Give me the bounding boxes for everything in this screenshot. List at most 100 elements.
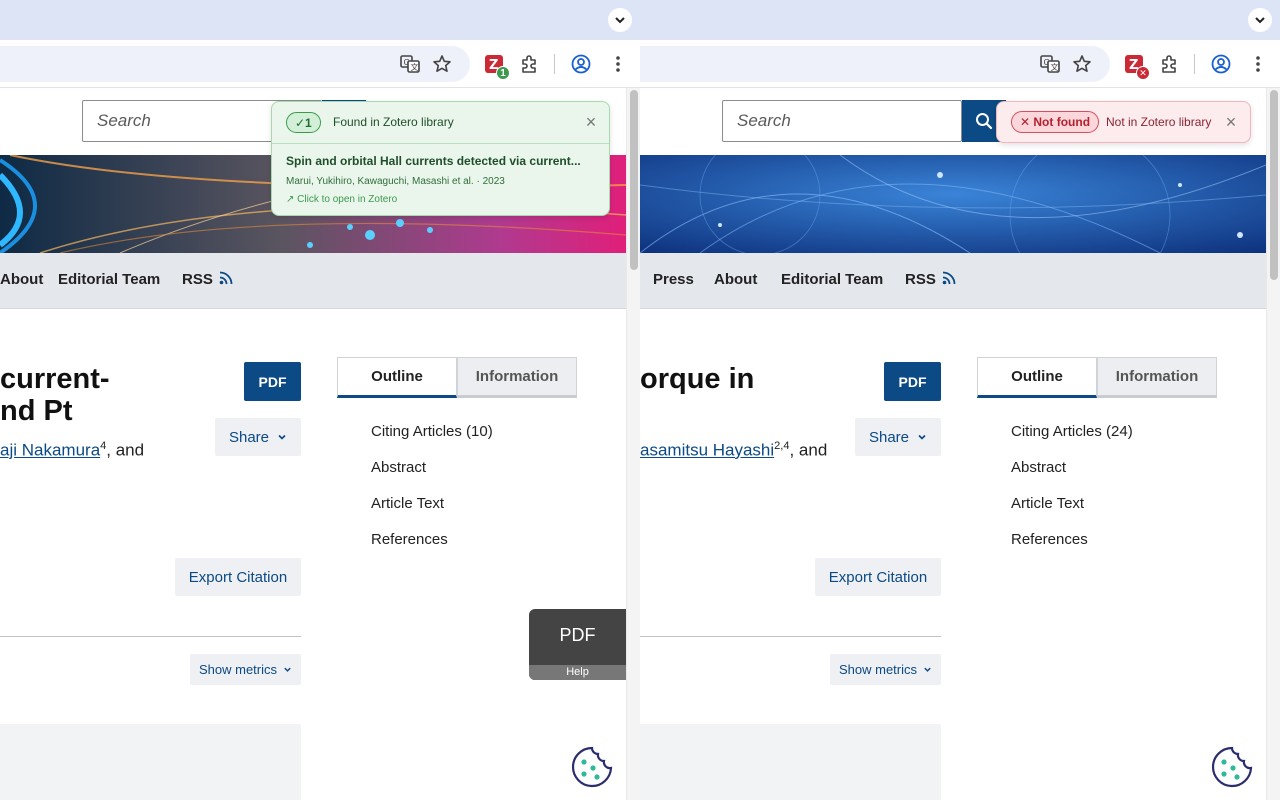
show-metrics-button[interactable]: Show metrics: [190, 654, 301, 685]
journal-navbar: About Editorial Team RSS: [0, 253, 626, 309]
browser-toolbar: G文 Z 1: [0, 40, 640, 88]
nav-press[interactable]: Press: [653, 271, 694, 288]
nav-rss[interactable]: RSS: [905, 271, 956, 288]
author-link[interactable]: aji Nakamura: [0, 441, 100, 460]
toolbar-separator: [554, 54, 555, 74]
tab-search-chevron-icon[interactable]: [608, 8, 632, 32]
show-metrics-label: Show metrics: [838, 662, 918, 677]
found-count-pill: ✓1: [286, 112, 321, 133]
search-placeholder: Search: [97, 111, 151, 130]
export-citation-button[interactable]: Export Citation: [175, 558, 301, 596]
outline-citing-articles[interactable]: Citing Articles (24): [1011, 423, 1133, 440]
nav-rss[interactable]: RSS: [182, 271, 233, 288]
pdf-help-label: PDF: [559, 625, 596, 645]
nav-editorial-team[interactable]: Editorial Team: [781, 271, 883, 288]
outline-references[interactable]: References: [1011, 531, 1088, 548]
extensions-puzzle-icon[interactable]: [1157, 52, 1181, 76]
profile-avatar-icon[interactable]: [569, 52, 593, 76]
content-placeholder-box: [0, 724, 301, 800]
nav-rss-label: RSS: [182, 271, 213, 288]
journal-navbar: Press About Editorial Team RSS: [640, 253, 1266, 309]
svg-text:文: 文: [411, 62, 419, 72]
pdf-help-widget[interactable]: PDF Help: [529, 609, 626, 680]
profile-avatar-icon[interactable]: [1209, 52, 1233, 76]
article-title-line-1: orque in: [640, 363, 755, 395]
outline-abstract[interactable]: Abstract: [371, 459, 426, 476]
nav-rss-label: RSS: [905, 271, 936, 288]
page-content: Search: [640, 88, 1266, 800]
found-status-text: Found in Zotero library: [333, 115, 454, 129]
share-button[interactable]: Share: [855, 418, 941, 456]
tab-outline[interactable]: Outline: [337, 357, 457, 398]
chevron-down-icon: [918, 434, 926, 440]
zotero-extension-icon[interactable]: Z ✕: [1122, 52, 1150, 80]
author-list: asamitsu Hayashi2,4, and: [640, 440, 827, 461]
bookmark-star-icon[interactable]: [430, 52, 454, 76]
tab-information[interactable]: Information: [457, 357, 577, 398]
pdf-help-sublabel: Help: [529, 665, 626, 680]
chevron-down-icon: [284, 667, 291, 672]
search-icon: [976, 113, 993, 130]
tab-strip: [640, 0, 1280, 40]
outline-abstract[interactable]: Abstract: [1011, 459, 1066, 476]
rss-icon: [219, 271, 233, 285]
nav-editorial-team[interactable]: Editorial Team: [58, 271, 160, 288]
chevron-down-icon: [924, 667, 931, 672]
not-found-pill: ✕ Not found: [1011, 111, 1100, 133]
author-suffix: , and: [106, 440, 145, 460]
translate-icon[interactable]: G文: [398, 52, 422, 76]
tab-information[interactable]: Information: [1097, 357, 1217, 398]
translate-icon[interactable]: G文: [1038, 52, 1062, 76]
scrollbar-thumb[interactable]: [630, 90, 638, 270]
show-metrics-button[interactable]: Show metrics: [830, 654, 941, 685]
article-title-line-1: current-: [0, 363, 110, 395]
extensions-puzzle-icon[interactable]: [517, 52, 541, 76]
author-list: aji Nakamura4, and: [0, 440, 144, 461]
scrollbar-thumb[interactable]: [1270, 90, 1278, 280]
found-item-title[interactable]: Spin and orbital Hall currents detected …: [286, 154, 581, 168]
article-title-line-2: nd Pt: [0, 395, 73, 427]
outline-article-text[interactable]: Article Text: [1011, 495, 1084, 512]
zotero-notfound-badge-icon: ✕: [1136, 66, 1150, 80]
page-scrollbar[interactable]: [1266, 88, 1280, 800]
cookie-settings-icon[interactable]: [571, 746, 613, 788]
outline-citing-articles[interactable]: Citing Articles (10): [371, 423, 493, 440]
share-button[interactable]: Share: [215, 418, 301, 456]
content-placeholder-box: [640, 724, 941, 800]
tab-search-chevron-icon[interactable]: [1248, 8, 1272, 32]
rss-icon: [942, 271, 956, 285]
browser-menu-kebab-icon[interactable]: [606, 52, 630, 76]
zotero-extension-icon[interactable]: Z 1: [482, 52, 510, 80]
search-placeholder: Search: [737, 111, 791, 130]
open-in-zotero-link[interactable]: ↗ Click to open in Zotero: [286, 194, 397, 205]
svg-text:文: 文: [1051, 62, 1059, 72]
pdf-button[interactable]: PDF: [244, 362, 301, 401]
nav-about[interactable]: About: [714, 271, 757, 288]
author-suffix: , and: [789, 440, 828, 460]
section-divider: [0, 636, 301, 637]
page-scrollbar[interactable]: [626, 88, 640, 800]
share-label: Share: [228, 428, 270, 446]
outline-article-text[interactable]: Article Text: [371, 495, 444, 512]
export-citation-button[interactable]: Export Citation: [815, 558, 941, 596]
show-metrics-label: Show metrics: [198, 662, 278, 677]
author-affiliation: 2,4: [774, 440, 790, 452]
cookie-settings-icon[interactable]: [1211, 746, 1253, 788]
nav-about[interactable]: About: [0, 271, 43, 288]
tab-strip: [0, 0, 640, 40]
browser-toolbar: G文 Z ✕: [640, 40, 1280, 88]
pdf-button[interactable]: PDF: [884, 362, 941, 401]
close-icon[interactable]: ×: [583, 113, 599, 131]
tab-outline[interactable]: Outline: [977, 357, 1097, 398]
author-link[interactable]: asamitsu Hayashi: [640, 441, 774, 460]
journal-banner-image: [640, 155, 1266, 253]
close-icon[interactable]: ×: [1223, 113, 1239, 131]
zotero-found-badge: 1: [496, 66, 510, 80]
browser-menu-kebab-icon[interactable]: [1246, 52, 1270, 76]
toolbar-separator: [1194, 54, 1195, 74]
zotero-notfound-popup: ✕ Not found Not in Zotero library ×: [996, 101, 1251, 143]
share-label: Share: [868, 428, 910, 446]
outline-references[interactable]: References: [371, 531, 448, 548]
bookmark-star-icon[interactable]: [1070, 52, 1094, 76]
search-input[interactable]: Search: [722, 100, 962, 142]
